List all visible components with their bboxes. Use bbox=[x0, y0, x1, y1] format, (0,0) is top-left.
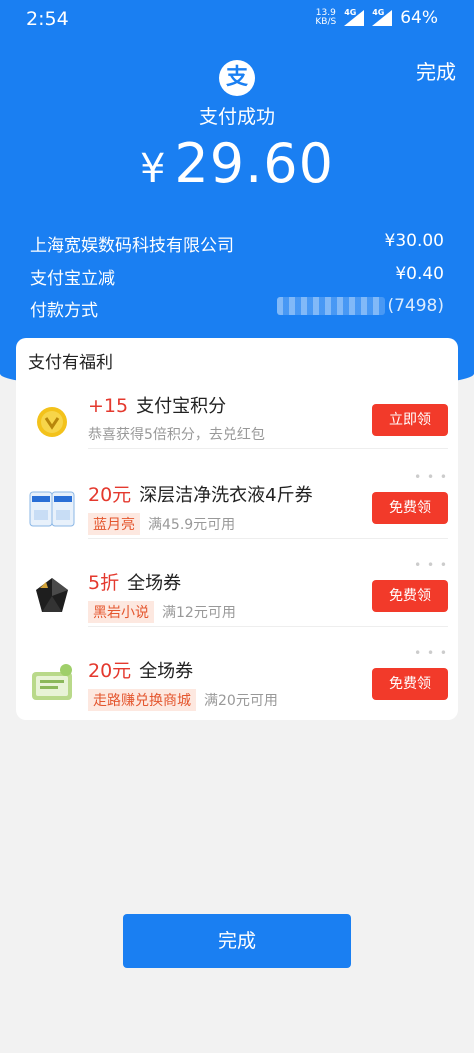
merchant-name: 上海宽娱数码科技有限公司 bbox=[30, 236, 234, 256]
payment-amount: ¥29.60 bbox=[139, 132, 335, 195]
currency-symbol: ¥ bbox=[139, 146, 167, 192]
merchant-amount: ¥30.00 bbox=[384, 231, 444, 251]
benefit-item: +15 支付宝积分 恭喜获得5倍积分，去兑红包 立即领 bbox=[16, 378, 458, 464]
pay-method-value: (7498) bbox=[277, 296, 444, 321]
header-background bbox=[0, 0, 474, 392]
merchant-row: 上海宽娱数码科技有限公司 ¥30.00 bbox=[30, 231, 444, 256]
pay-method-row: 付款方式 (7498) bbox=[30, 296, 444, 321]
masked-card-name bbox=[277, 297, 386, 315]
alipay-logo-icon: 支 bbox=[219, 60, 255, 96]
benefit-title: 支付宝积分 bbox=[136, 396, 227, 417]
done-button[interactable]: 完成 bbox=[123, 914, 351, 968]
benefit-item: • • • 20元 深层洁净洗衣液4斤券 蓝月亮 满45.9元可用 免费领 bbox=[16, 466, 458, 552]
benefit-title: 全场券 bbox=[127, 573, 182, 594]
benefit-subtitle: 恭喜获得5倍积分，去兑红包 bbox=[88, 427, 265, 443]
detergent-product-icon bbox=[26, 480, 78, 532]
divider bbox=[88, 538, 448, 539]
brand-badge: 黑岩小说 bbox=[88, 601, 154, 623]
more-icon[interactable]: • • • bbox=[414, 646, 448, 660]
pay-method-label: 付款方式 bbox=[30, 301, 98, 321]
status-bar: 2:54 13.9 KB/S 4G 4G 64% bbox=[0, 0, 474, 40]
brand-badge: 走路赚兑换商城 bbox=[88, 689, 196, 711]
divider bbox=[88, 448, 448, 449]
divider bbox=[88, 626, 448, 627]
benefit-item: • • • 5折 全场券 黑岩小说 满12元可用 免费领 bbox=[16, 554, 458, 640]
brand-badge: 蓝月亮 bbox=[88, 513, 140, 535]
status-time: 2:54 bbox=[26, 8, 69, 30]
discount-label: 支付宝立减 bbox=[30, 269, 115, 289]
benefit-condition: 满20元可用 bbox=[204, 693, 278, 709]
signal-icon: 4G bbox=[372, 8, 393, 26]
gift-product-icon bbox=[26, 656, 78, 708]
status-icons: 13.9 KB/S 4G 4G 64% bbox=[315, 8, 438, 28]
more-icon[interactable]: • • • bbox=[414, 558, 448, 572]
benefit-condition: 满12元可用 bbox=[162, 605, 236, 621]
claim-button[interactable]: 免费领 bbox=[372, 668, 448, 700]
claim-button[interactable]: 免费领 bbox=[372, 492, 448, 524]
claim-button[interactable]: 免费领 bbox=[372, 580, 448, 612]
network-speed: 13.9 KB/S bbox=[315, 8, 337, 27]
signal-icon: 4G bbox=[344, 8, 365, 26]
benefits-card: 支付有福利 +15支付宝积分 恭喜获得5倍积分，去兑红包 立即领 • • • bbox=[16, 338, 458, 720]
benefit-title: 全场券 bbox=[139, 661, 194, 682]
discount-row: 支付宝立减 ¥0.40 bbox=[30, 264, 444, 289]
benefit-condition: 满45.9元可用 bbox=[148, 517, 236, 533]
battery-level: 64% bbox=[400, 8, 438, 28]
black-gem-icon bbox=[26, 568, 78, 620]
benefit-item: • • • 20元 全场券 走路赚兑换商城 满20元可用 免费领 bbox=[16, 642, 458, 728]
benefits-title: 支付有福利 bbox=[28, 353, 113, 373]
more-icon[interactable]: • • • bbox=[414, 470, 448, 484]
coin-icon bbox=[26, 392, 78, 444]
discount-amount: ¥0.40 bbox=[395, 264, 444, 284]
payment-success-title: 支付成功 bbox=[198, 106, 275, 128]
claim-button[interactable]: 立即领 bbox=[372, 404, 448, 436]
done-link[interactable]: 完成 bbox=[416, 56, 456, 85]
benefit-title: 深层洁净洗衣液4斤券 bbox=[139, 485, 313, 506]
